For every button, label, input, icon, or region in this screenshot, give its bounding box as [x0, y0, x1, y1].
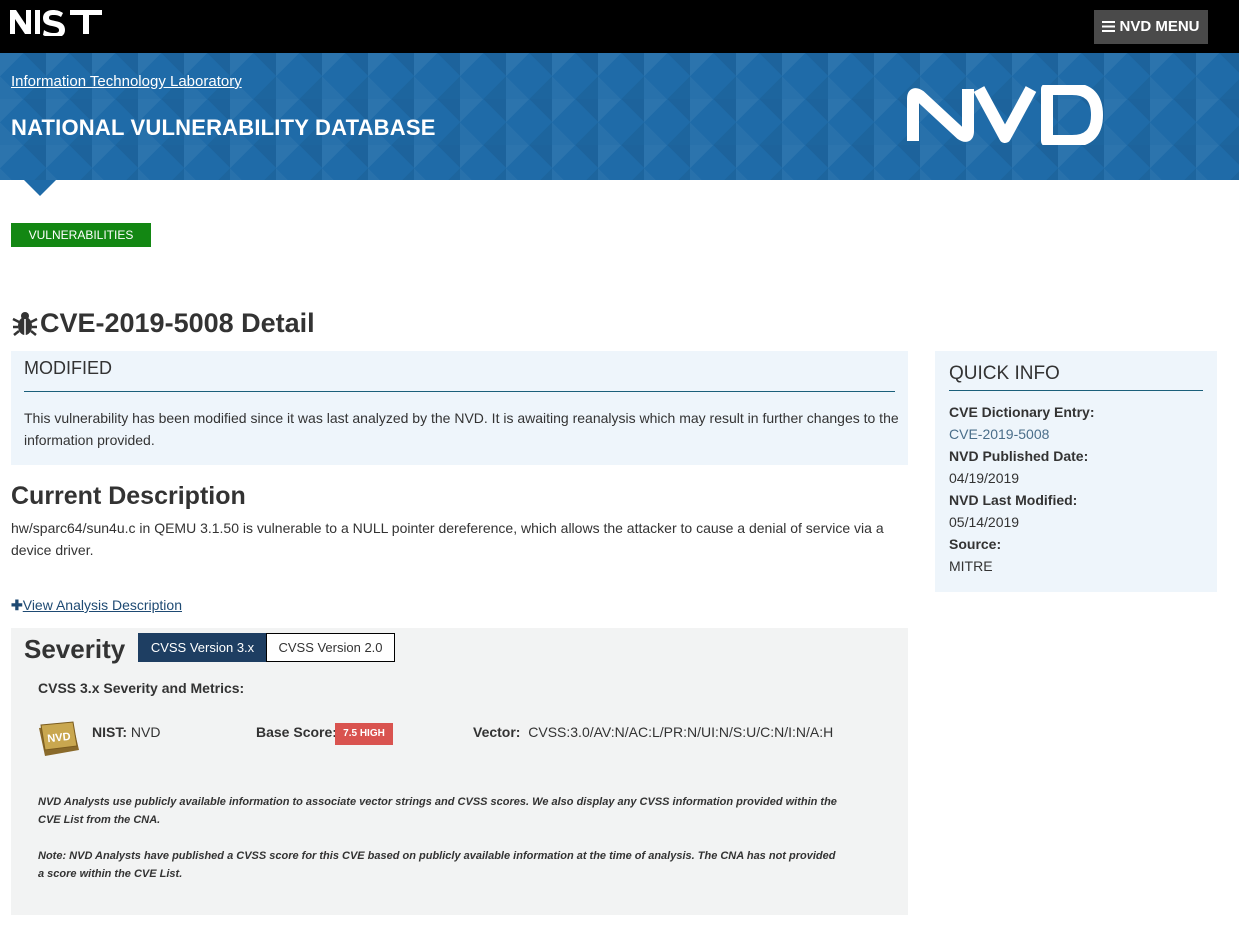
- vector-row: Vector: CVSS:3.0/AV:N/AC:L/PR:N/UI:N/S:U…: [473, 724, 833, 740]
- published-value: 04/19/2019: [949, 470, 1020, 486]
- page-title: CVE-2019-5008 Detail: [11, 308, 315, 339]
- analyst-note: NVD Analysts use publicly available info…: [38, 796, 837, 826]
- source-value: MITRE: [949, 558, 993, 574]
- badge-text: NVD: [47, 731, 71, 745]
- itl-link[interactable]: Information Technology Laboratory: [11, 73, 242, 90]
- tab-cvss-3x[interactable]: CVSS Version 3.x: [138, 633, 267, 662]
- cna-note: Note: NVD Analysts have published a CVSS…: [38, 850, 836, 880]
- published-label: NVD Published Date:: [949, 448, 1089, 464]
- severity-panel: Severity CVSS Version 3.x CVSS Version 2…: [11, 628, 908, 915]
- last-modified-label: NVD Last Modified:: [949, 492, 1078, 508]
- top-bar: NVD MENU: [0, 0, 1239, 53]
- nist-value: NVD: [130, 724, 161, 740]
- bug-icon: [12, 312, 38, 336]
- nist-label: NIST:: [92, 724, 127, 740]
- nist-logo[interactable]: [10, 8, 110, 36]
- base-score-badge[interactable]: 7.5 HIGH: [335, 723, 393, 745]
- plus-icon: ✚: [11, 597, 23, 613]
- banner-notch: [24, 180, 56, 196]
- page-title-text: CVE-2019-5008 Detail: [40, 308, 315, 338]
- nvd-badge-icon: NVD: [39, 721, 79, 756]
- base-score-label: Base Score:: [256, 724, 337, 740]
- modified-notice: MODIFIED This vulnerability has been mod…: [11, 351, 908, 465]
- vector-value: CVSS:3.0/AV:N/AC:L/PR:N/UI:N/S:U/C:N/I:N…: [528, 724, 834, 740]
- vector-label: Vector:: [473, 724, 521, 740]
- site-title: NATIONAL VULNERABILITY DATABASE: [11, 115, 436, 140]
- tab-cvss-2[interactable]: CVSS Version 2.0: [266, 633, 395, 662]
- current-description-text: hw/sparc64/sun4u.c in QEMU 3.1.50 is vul…: [11, 520, 884, 558]
- current-description-heading: Current Description: [11, 482, 246, 510]
- quick-info-panel: QUICK INFO CVE Dictionary Entry: CVE-201…: [935, 351, 1217, 592]
- view-analysis-label: View Analysis Description: [22, 597, 182, 613]
- nvd-menu-label: NVD MENU: [1119, 18, 1200, 35]
- cve-entry-label: CVE Dictionary Entry:: [949, 404, 1095, 420]
- site-banner: Information Technology Laboratory NATION…: [0, 53, 1239, 180]
- severity-heading: Severity: [24, 634, 126, 664]
- view-analysis-link[interactable]: ✚View Analysis Description: [11, 597, 182, 614]
- cve-entry-link[interactable]: CVE-2019-5008: [949, 426, 1049, 442]
- vulnerabilities-button[interactable]: VULNERABILITIES: [11, 223, 151, 247]
- modified-heading: MODIFIED: [24, 358, 895, 392]
- metrics-heading: CVSS 3.x Severity and Metrics:: [38, 680, 245, 696]
- last-modified-value: 05/14/2019: [949, 514, 1020, 530]
- quick-info-heading: QUICK INFO: [949, 363, 1203, 391]
- nvd-logo[interactable]: [907, 85, 1105, 145]
- source-label: Source:: [949, 536, 1002, 552]
- nvd-menu-button[interactable]: NVD MENU: [1094, 10, 1208, 44]
- hamburger-icon: [1102, 21, 1116, 32]
- nist-source: NIST: NVD: [92, 724, 160, 740]
- modified-text: This vulnerability has been modified sin…: [24, 410, 899, 448]
